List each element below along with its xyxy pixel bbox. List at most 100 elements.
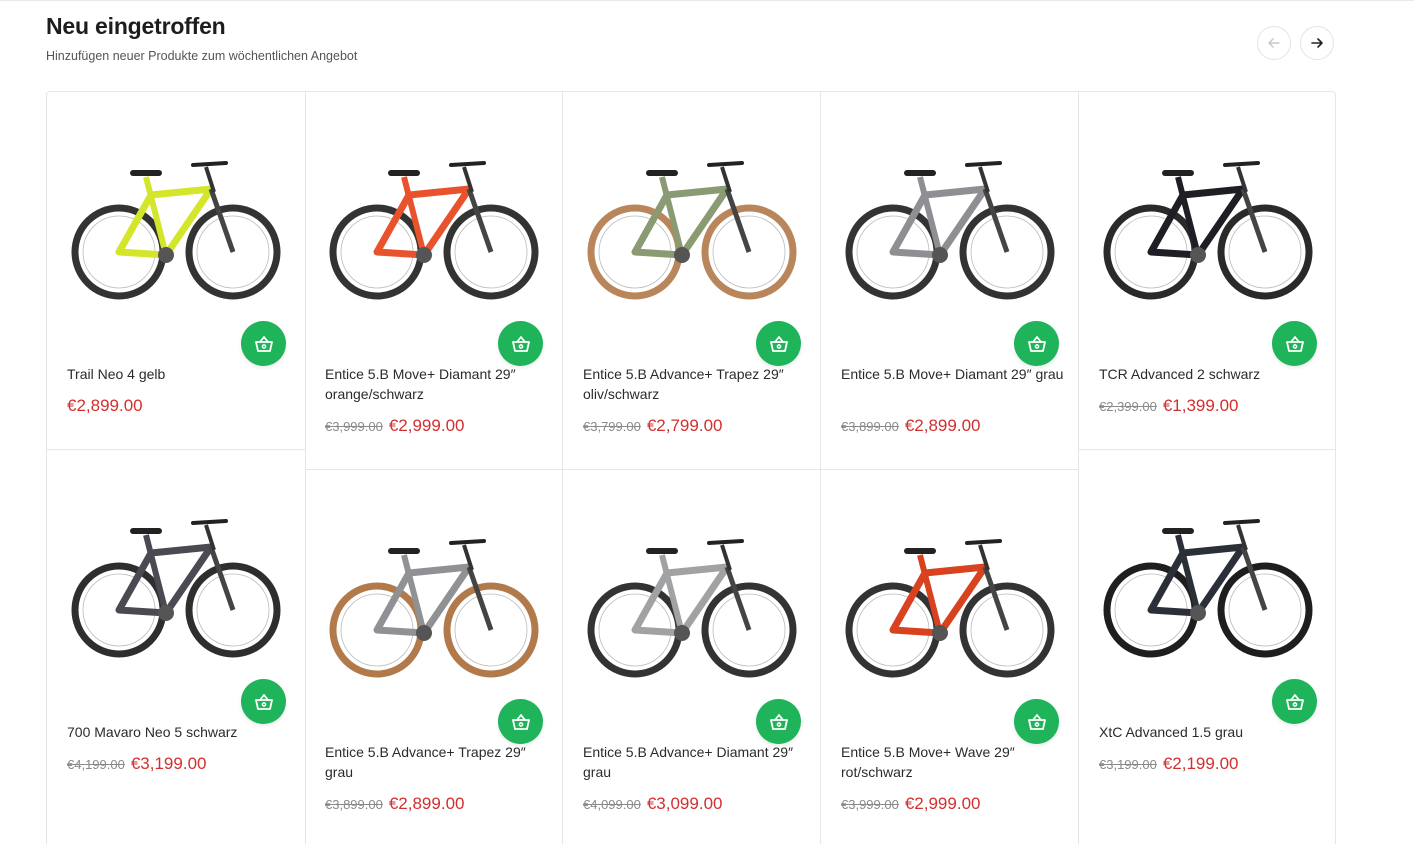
product-image-wrap[interactable] (1093, 106, 1323, 338)
product-card[interactable]: XtC Advanced 1.5 grau €3,199.00 €2,199.00 (1079, 450, 1335, 844)
product-name[interactable]: 700 Mavaro Neo 5 schwarz (67, 722, 292, 742)
basket-icon (254, 335, 273, 352)
add-to-basket-button[interactable] (756, 321, 801, 366)
product-column: TCR Advanced 2 schwarz €2,399.00 €1,399.00… (1079, 92, 1335, 844)
product-prices: €2,899.00 (67, 396, 143, 416)
current-price: €2,899.00 (388, 794, 465, 813)
basket-icon (1285, 693, 1304, 710)
current-price: €3,099.00 (646, 794, 723, 813)
section-title: Neu eingetroffen (46, 13, 226, 39)
product-card[interactable]: Entice 5.B Move+ Wave 29″ rot/schwarz €3,… (821, 470, 1078, 844)
product-name[interactable]: XtC Advanced 1.5 grau (1099, 722, 1324, 742)
product-image-wrap[interactable] (319, 484, 549, 716)
product-name[interactable]: Entice 5.B Move+ Diamant 29″ grau (841, 364, 1066, 384)
basket-icon (769, 335, 788, 352)
old-price: €3,899.00 (841, 419, 899, 434)
old-price: €2,399.00 (1099, 399, 1157, 414)
product-image (329, 161, 539, 300)
product-card[interactable]: 700 Mavaro Neo 5 schwarz €4,199.00 €3,199.… (47, 450, 305, 844)
product-image (587, 539, 797, 678)
basket-icon (254, 693, 273, 710)
product-image-wrap[interactable] (577, 106, 807, 338)
current-price: €2,899.00 (904, 416, 981, 435)
add-to-basket-button[interactable] (241, 679, 286, 724)
product-prices: €3,799.00 €2,799.00 (583, 416, 722, 436)
current-price: €2,799.00 (646, 416, 723, 435)
product-image (587, 161, 797, 300)
product-image (71, 519, 281, 658)
product-name[interactable]: Entice 5.B Move+ Wave 29″ rot/schwarz (841, 742, 1066, 782)
basket-icon (1285, 335, 1304, 352)
product-image (71, 161, 281, 300)
add-to-basket-button[interactable] (1014, 699, 1059, 744)
old-price: €3,999.00 (841, 797, 899, 812)
product-prices: €3,999.00 €2,999.00 (325, 416, 464, 436)
product-image-wrap[interactable] (1093, 464, 1323, 696)
product-prices: €4,099.00 €3,099.00 (583, 794, 722, 814)
product-card[interactable]: Trail Neo 4 gelb €2,899.00 (47, 92, 305, 450)
product-image-wrap[interactable] (319, 106, 549, 338)
product-card[interactable]: Entice 5.B Advance+ Trapez 29″ grau €3,89… (305, 470, 562, 844)
product-image-wrap[interactable] (835, 484, 1065, 716)
add-to-basket-button[interactable] (756, 699, 801, 744)
product-name[interactable]: TCR Advanced 2 schwarz (1099, 364, 1324, 384)
product-prices: €3,899.00 €2,899.00 (841, 416, 980, 436)
add-to-basket-button[interactable] (1014, 321, 1059, 366)
product-card[interactable]: Entice 5.B Move+ Diamant 29″ grau €3,899.… (821, 92, 1078, 470)
product-card[interactable]: Entice 5.B Advance+ Trapez 29″ oliv/schw… (563, 92, 820, 470)
current-price: €2,999.00 (904, 794, 981, 813)
add-to-basket-button[interactable] (241, 321, 286, 366)
carousel-next-button[interactable] (1300, 26, 1334, 60)
product-image (845, 161, 1055, 300)
old-price: €3,199.00 (1099, 757, 1157, 772)
product-name[interactable]: Entice 5.B Advance+ Trapez 29″ oliv/schw… (583, 364, 808, 404)
product-card[interactable]: Entice 5.B Move+ Diamant 29″ orange/schw… (305, 92, 562, 470)
current-price: €2,199.00 (1162, 754, 1239, 773)
old-price: €4,099.00 (583, 797, 641, 812)
basket-icon (769, 713, 788, 730)
old-price: €3,799.00 (583, 419, 641, 434)
product-grid: Trail Neo 4 gelb €2,899.00 700 Mavaro Neo … (46, 91, 1336, 844)
basket-icon (1027, 713, 1046, 730)
old-price: €4,199.00 (67, 757, 125, 772)
product-prices: €2,399.00 €1,399.00 (1099, 396, 1238, 416)
old-price: €3,899.00 (325, 797, 383, 812)
product-prices: €4,199.00 €3,199.00 (67, 754, 206, 774)
top-divider (0, 0, 1414, 1)
add-to-basket-button[interactable] (498, 699, 543, 744)
product-image-wrap[interactable] (577, 484, 807, 716)
product-card[interactable]: Entice 5.B Advance+ Diamant 29″ grau €4,0… (563, 470, 820, 844)
product-image-wrap[interactable] (61, 106, 291, 338)
product-card[interactable]: TCR Advanced 2 schwarz €2,399.00 €1,399.00 (1079, 92, 1335, 450)
product-column: Entice 5.B Advance+ Trapez 29″ oliv/schw… (563, 92, 821, 844)
basket-icon (511, 335, 530, 352)
current-price: €2,999.00 (388, 416, 465, 435)
product-image-wrap[interactable] (835, 106, 1065, 338)
arrow-right-icon (1311, 38, 1323, 48)
current-price: €1,399.00 (1162, 396, 1239, 415)
product-image (845, 539, 1055, 678)
section-subtitle: Hinzufügen neuer Produkte zum wöchentlic… (46, 49, 358, 63)
current-price: €2,899.00 (67, 396, 143, 415)
basket-icon (511, 713, 530, 730)
add-to-basket-button[interactable] (1272, 321, 1317, 366)
add-to-basket-button[interactable] (1272, 679, 1317, 724)
product-image (1103, 161, 1313, 300)
product-image-wrap[interactable] (61, 464, 291, 696)
product-prices: €3,999.00 €2,999.00 (841, 794, 980, 814)
arrow-left-icon (1268, 38, 1280, 48)
product-prices: €3,199.00 €2,199.00 (1099, 754, 1238, 774)
old-price: €3,999.00 (325, 419, 383, 434)
product-name[interactable]: Trail Neo 4 gelb (67, 364, 292, 384)
product-image (1103, 519, 1313, 658)
product-name[interactable]: Entice 5.B Advance+ Trapez 29″ grau (325, 742, 550, 782)
basket-icon (1027, 335, 1046, 352)
product-name[interactable]: Entice 5.B Move+ Diamant 29″ orange/schw… (325, 364, 550, 404)
product-column: Entice 5.B Move+ Diamant 29″ orange/schw… (305, 92, 563, 844)
add-to-basket-button[interactable] (498, 321, 543, 366)
current-price: €3,199.00 (130, 754, 207, 773)
product-name[interactable]: Entice 5.B Advance+ Diamant 29″ grau (583, 742, 808, 782)
product-column: Trail Neo 4 gelb €2,899.00 700 Mavaro Neo … (47, 92, 306, 844)
carousel-prev-button[interactable] (1257, 26, 1291, 60)
product-column: Entice 5.B Move+ Diamant 29″ grau €3,899.… (821, 92, 1079, 844)
